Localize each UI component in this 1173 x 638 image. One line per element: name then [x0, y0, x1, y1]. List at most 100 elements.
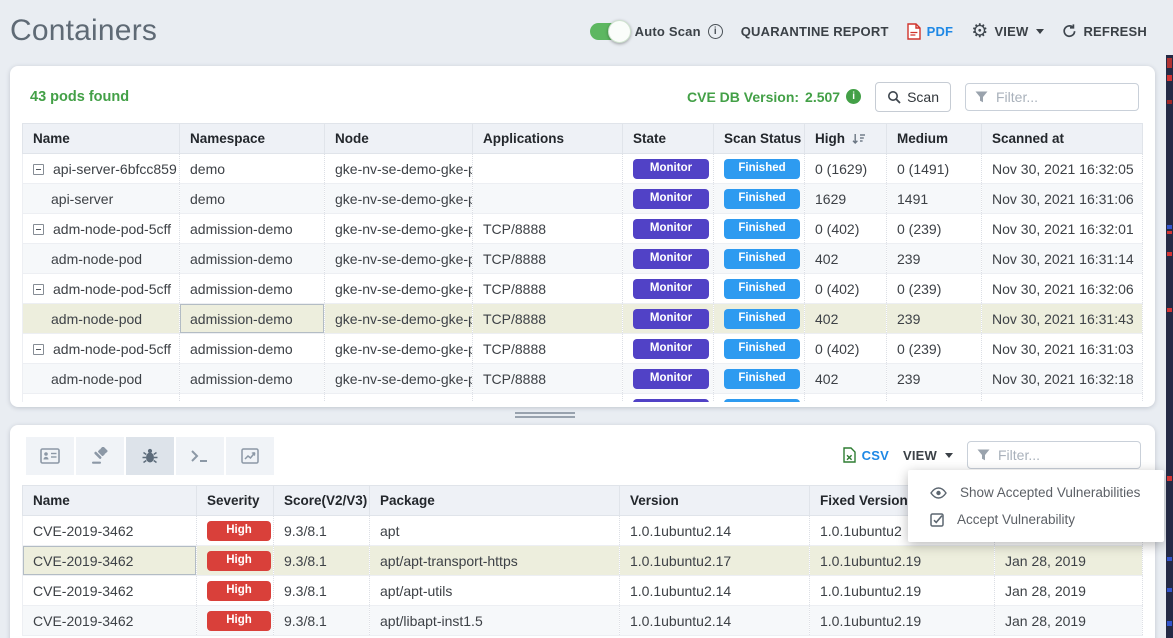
- tab-stats[interactable]: [226, 437, 274, 475]
- menu-item[interactable]: Show Accepted Vulnerabilities: [908, 479, 1164, 506]
- collapse-toggle-icon[interactable]: [33, 164, 44, 175]
- cell-scanned-at: Nov 30, 2021 16:32:06: [982, 274, 1143, 304]
- cell-applications: TCP/8888: [473, 214, 623, 244]
- column-header[interactable]: Version: [620, 486, 810, 516]
- cell-namespace: admission-demo: [180, 364, 325, 394]
- cell-fixed-version: 1.0.1ubuntu2.19: [810, 576, 995, 606]
- view-settings-button[interactable]: ⚙ VIEW: [971, 22, 1044, 41]
- bug-icon: [141, 447, 159, 465]
- pods-filter-input[interactable]: [996, 89, 1129, 105]
- edge-mark: [1167, 231, 1172, 234]
- cell-scanned-at: Nov 30, 2021 16:32:01: [982, 214, 1143, 244]
- cell-fixed-version: 1.0.1ubuntu2.19: [810, 606, 995, 636]
- cell-node: gke-nv-se-demo-gke-pr: [325, 214, 473, 244]
- pod-row[interactable]: api-serverdemogke-nv-se-demo-gke-prMonit…: [23, 184, 1143, 214]
- column-header[interactable]: State: [623, 124, 714, 154]
- column-header[interactable]: Medium: [887, 124, 982, 154]
- info-icon[interactable]: [708, 24, 723, 39]
- cell-package: apt/apt-transport-https: [370, 546, 620, 576]
- vulns-view-button[interactable]: VIEW: [903, 448, 953, 463]
- cell-applications: TCP/8888: [473, 334, 623, 364]
- scan-status-badge: Finished: [724, 309, 800, 330]
- cell-high: 0 (1629): [805, 154, 887, 184]
- column-header[interactable]: High: [805, 124, 887, 154]
- cell-high: 402: [805, 304, 887, 334]
- cell-scan-status: Finished: [714, 394, 805, 403]
- cell-state: Monitor: [623, 364, 714, 394]
- csv-label: CSV: [862, 448, 889, 463]
- csv-export-button[interactable]: CSV: [843, 447, 889, 463]
- column-header[interactable]: Namespace: [180, 124, 325, 154]
- cell-scan-status: Finished: [714, 244, 805, 274]
- column-header[interactable]: Name: [23, 124, 180, 154]
- vulns-filter-input[interactable]: [998, 447, 1131, 463]
- cell-name: [23, 394, 180, 403]
- page-header: Containers Auto Scan QUARANTINE REPORT P…: [0, 0, 1173, 62]
- pods-filter: [965, 83, 1139, 111]
- cell-cve-name: CVE-2019-3462: [23, 576, 197, 606]
- pdf-export-button[interactable]: PDF: [907, 23, 954, 40]
- pod-row[interactable]: adm-node-pod-5cffadmission-demogke-nv-se…: [23, 214, 1143, 244]
- scan-status-badge: Finished: [724, 249, 800, 270]
- column-header[interactable]: Severity: [197, 486, 274, 516]
- pod-row[interactable]: adm-node-pod-5cffadmission-demogke-nv-se…: [23, 334, 1143, 364]
- column-header[interactable]: Scanned at: [982, 124, 1143, 154]
- scan-button[interactable]: Scan: [875, 82, 951, 112]
- cell-name: api-server: [23, 184, 180, 214]
- panel-resize-handle[interactable]: [515, 411, 575, 419]
- state-badge: Monitor: [633, 159, 709, 180]
- pod-row[interactable]: adm-node-podadmission-demogke-nv-se-demo…: [23, 304, 1143, 334]
- pod-row[interactable]: MonitorFinished: [23, 394, 1143, 403]
- collapse-toggle-icon[interactable]: [33, 224, 44, 235]
- quarantine-report-button[interactable]: QUARANTINE REPORT: [741, 24, 889, 39]
- cell-medium: 1491: [887, 184, 982, 214]
- pod-row[interactable]: adm-node-podadmission-demogke-nv-se-demo…: [23, 244, 1143, 274]
- scan-status-badge: Finished: [724, 339, 800, 360]
- cell-version: 1.0.1ubuntu2.14: [620, 606, 810, 636]
- menu-item[interactable]: Accept Vulnerability: [908, 506, 1164, 533]
- scan-status-badge: Finished: [724, 279, 800, 300]
- search-icon: [887, 90, 901, 104]
- refresh-button[interactable]: REFRESH: [1062, 24, 1147, 39]
- collapse-toggle-icon[interactable]: [33, 344, 44, 355]
- column-header[interactable]: Applications: [473, 124, 623, 154]
- scan-status-badge: Finished: [724, 159, 800, 180]
- column-header[interactable]: Name: [23, 486, 197, 516]
- cell-node: gke-nv-se-demo-gke-pr: [325, 274, 473, 304]
- edge-mark: [1167, 557, 1172, 561]
- page-title: Containers: [10, 14, 157, 48]
- cell-package: apt/apt-utils: [370, 576, 620, 606]
- cell-applications: TCP/8888: [473, 304, 623, 334]
- tab-process[interactable]: [176, 437, 224, 475]
- cell-namespace: admission-demo: [180, 214, 325, 244]
- column-header[interactable]: Package: [370, 486, 620, 516]
- pods-header-row: NameNamespaceNodeApplicationsStateScan S…: [23, 124, 1143, 154]
- vulnerability-row[interactable]: CVE-2019-3462High9.3/8.1apt/apt-utils1.0…: [23, 576, 1143, 606]
- tab-compliance[interactable]: [76, 437, 124, 475]
- header-actions: Auto Scan QUARANTINE REPORT PDF ⚙ VIEW R…: [590, 22, 1147, 41]
- vulns-toolbar: CSV VIEW: [22, 425, 1143, 475]
- cell-cve-name: CVE-2019-3462: [23, 516, 197, 546]
- column-header[interactable]: Score(V2/V3): [274, 486, 370, 516]
- menu-item-label: Accept Vulnerability: [957, 512, 1075, 527]
- cve-db-info-icon[interactable]: [846, 89, 861, 104]
- cell-applications: TCP/8888: [473, 244, 623, 274]
- pod-row[interactable]: api-server-6bfcc859demogke-nv-se-demo-gk…: [23, 154, 1143, 184]
- column-header[interactable]: Scan Status: [714, 124, 805, 154]
- tab-vulnerabilities[interactable]: [126, 437, 174, 475]
- vulnerability-row[interactable]: CVE-2019-3462High9.3/8.1apt/libapt-inst1…: [23, 606, 1143, 636]
- cell-score: 9.3/8.1: [274, 606, 370, 636]
- cell-high: 0 (402): [805, 214, 887, 244]
- column-header[interactable]: Node: [325, 124, 473, 154]
- collapse-toggle-icon[interactable]: [33, 284, 44, 295]
- refresh-label: REFRESH: [1083, 24, 1147, 39]
- cell-cve-name: CVE-2019-3462: [23, 606, 197, 636]
- cell-node: gke-nv-se-demo-gke-pr: [325, 304, 473, 334]
- cell-applications: [473, 184, 623, 214]
- pod-row[interactable]: adm-node-podadmission-demogke-nv-se-demo…: [23, 364, 1143, 394]
- tab-details[interactable]: [26, 437, 74, 475]
- auto-scan-toggle[interactable]: [590, 23, 628, 40]
- pod-row[interactable]: adm-node-pod-5cffadmission-demogke-nv-se…: [23, 274, 1143, 304]
- vulnerability-row[interactable]: CVE-2019-3462High9.3/8.1apt/apt-transpor…: [23, 546, 1143, 576]
- severity-badge: High: [207, 521, 271, 542]
